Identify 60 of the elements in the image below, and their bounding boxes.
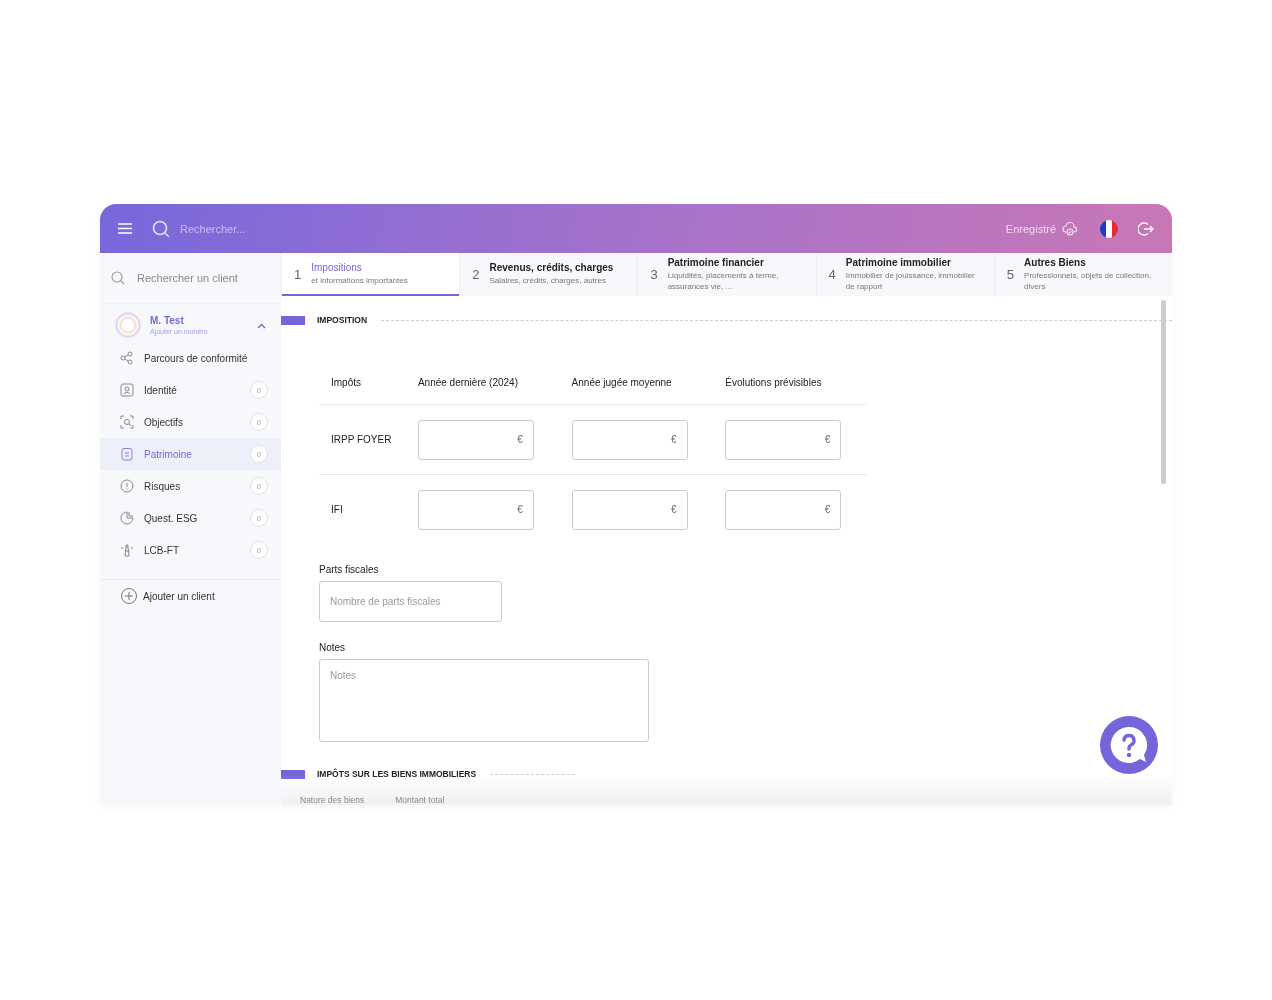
avatar: [115, 312, 141, 338]
add-client-button[interactable]: Ajouter un client: [121, 588, 215, 604]
chevron-up-icon[interactable]: [257, 322, 266, 329]
pie-chart-icon: [120, 511, 134, 525]
sidebar-item[interactable]: Risques 0: [100, 470, 281, 502]
sidebar-item[interactable]: LCB-FT 0: [100, 534, 281, 566]
amount-field[interactable]: €: [571, 419, 688, 460]
column-header: Évolutions prévisibles: [713, 360, 867, 405]
column-header: Nature des biens: [300, 795, 365, 805]
section-marker: [281, 769, 305, 779]
amount-field[interactable]: €: [417, 489, 534, 530]
help-button[interactable]: [1100, 716, 1158, 774]
search-field[interactable]: Rechercher...: [178, 221, 342, 236]
magnifier-frame-icon: [120, 415, 134, 429]
plus-circle-icon: [121, 588, 137, 604]
lighthouse-icon: [120, 543, 134, 557]
menu-icon[interactable]: [118, 223, 132, 234]
network-icon: [120, 351, 134, 365]
row-label: IRPP FOYER: [319, 404, 406, 475]
step-tab[interactable]: 1 Impositions et informations importantes: [281, 253, 460, 296]
row-label: IFI: [319, 474, 406, 544]
scrollbar[interactable]: [1161, 300, 1166, 484]
sidebar-item[interactable]: Identité 0: [100, 374, 281, 406]
flag-icon[interactable]: [1100, 219, 1118, 238]
count-badge: 0: [250, 541, 268, 559]
count-badge: 0: [250, 445, 268, 463]
search-icon: [152, 219, 170, 238]
count-badge: 0: [250, 477, 268, 495]
count-badge: 0: [250, 381, 268, 399]
search-icon: [111, 271, 125, 285]
question-bubble-icon: [1109, 725, 1149, 765]
logout-icon[interactable]: [1138, 220, 1154, 237]
cloud-check-icon: [1062, 221, 1078, 236]
client-search-field[interactable]: Rechercher un client: [135, 271, 269, 285]
sidebar-item[interactable]: Patrimoine 0: [100, 438, 281, 470]
column-header: Année jugée moyenne: [559, 360, 714, 405]
warning-circle-icon: [120, 479, 134, 493]
input-field[interactable]: Nombre de parts fiscales: [319, 581, 502, 622]
column-header: Année dernière (2024): [405, 360, 560, 405]
count-badge: 0: [250, 509, 268, 527]
client-name[interactable]: M. Test: [150, 315, 208, 326]
amount-field[interactable]: €: [725, 489, 842, 530]
save-status: Enregistré: [1005, 222, 1056, 235]
column-header: Impôts: [319, 360, 406, 405]
amount-field[interactable]: €: [571, 489, 688, 530]
section-marker: [281, 315, 305, 325]
section-title: IMPOSITION: [317, 315, 368, 325]
amount-field[interactable]: €: [417, 419, 534, 460]
sidebar-item[interactable]: Quest. ESG 0: [100, 502, 281, 534]
sidebar-item[interactable]: Objectifs 0: [100, 406, 281, 438]
notes-field[interactable]: Notes: [319, 659, 649, 742]
section-title: IMPÔTS SUR LES BIENS IMMOBILIERS: [317, 769, 477, 779]
sidebar-item[interactable]: Parcours de conformité: [100, 342, 281, 374]
column-header: Montant total: [395, 795, 445, 805]
field-label: Parts fiscales: [319, 564, 380, 575]
id-card-icon: [120, 383, 134, 397]
amount-field[interactable]: €: [725, 419, 842, 460]
clipboard-icon: [120, 447, 134, 461]
field-label: Notes: [319, 642, 347, 653]
count-badge: 0: [250, 413, 268, 431]
